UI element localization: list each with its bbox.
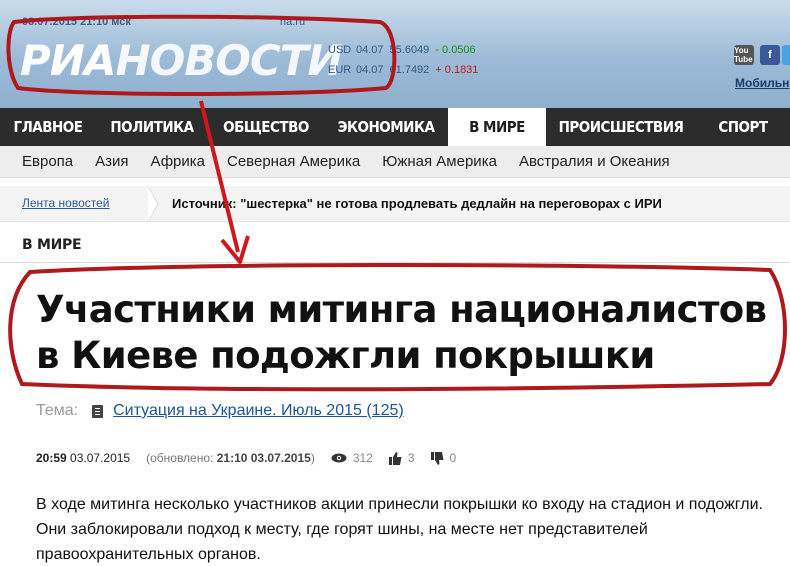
views-count: 312 xyxy=(352,451,373,465)
site-header: 03.07.2015 21:10 мск ria.ru РИАНОВОСТИ U… xyxy=(0,0,790,108)
nav-item-world[interactable]: В МИРЕ xyxy=(448,108,546,146)
likes-stat[interactable]: 3 xyxy=(388,451,415,465)
thumbs-down-icon[interactable] xyxy=(430,451,444,465)
rate-value: 61.7492 xyxy=(389,64,430,76)
subnav-item-south-america[interactable]: Южная Америка xyxy=(382,153,497,170)
subnav-item-asia[interactable]: Азия xyxy=(95,153,128,170)
dislikes-stat[interactable]: 0 xyxy=(430,451,457,465)
dislikes-count: 0 xyxy=(449,451,457,465)
article-lead: В ходе митинга несколько участников акци… xyxy=(36,496,763,563)
rate-date: 04.07 xyxy=(356,64,384,76)
rate-date: 04.07 xyxy=(356,44,384,56)
nav-item-sport[interactable]: СПОРТ xyxy=(696,108,790,146)
chevron-right-icon xyxy=(147,186,159,222)
annotation-arrow-head xyxy=(220,235,250,264)
logo-novosti: НОВОСТИ xyxy=(115,36,342,85)
rate-code: EUR xyxy=(328,64,352,76)
article-title: Участники митинга националистов в Киеве … xyxy=(36,288,767,377)
document-icon xyxy=(92,404,104,418)
updated-prefix: (обновлено: xyxy=(146,451,214,465)
likes-count: 3 xyxy=(407,451,415,465)
nav-item-politics[interactable]: ПОЛИТИКА xyxy=(96,108,208,146)
article-meta: 20:59 03.07.2015 (обновлено: 21:10 03.07… xyxy=(36,451,456,465)
views-stat: 312 xyxy=(331,451,373,465)
nav-item-society[interactable]: ОБЩЕСТВО xyxy=(208,108,324,146)
nav-item-incidents[interactable]: ПРОИСШЕСТВИЯ xyxy=(546,108,696,146)
news-feed-link[interactable]: Лента новостей xyxy=(22,196,110,210)
updated-value: 21:10 03.07.2015 xyxy=(216,451,311,465)
eye-icon xyxy=(331,453,347,463)
header-datetime: 03.07.2015 21:10 мск xyxy=(22,16,131,28)
logo-ria: РИА xyxy=(20,36,116,85)
article-theme: Тема: Ситуация на Украине. Июль 2015 (12… xyxy=(36,402,404,420)
subnav-item-north-america[interactable]: Северная Америка xyxy=(227,153,360,170)
thumbs-up-icon[interactable] xyxy=(388,451,402,465)
publish-date: 03.07.2015 xyxy=(70,451,131,465)
section-title[interactable]: В МИРЕ xyxy=(22,237,82,253)
updated-suffix: ) xyxy=(310,451,315,465)
theme-label: Тема: xyxy=(36,402,79,419)
currency-rates: USD 04.07 55.6049 - 0.0506 EUR 04.07 61.… xyxy=(328,40,484,80)
nav-item-economy[interactable]: ЭКОНОМИКА xyxy=(324,108,448,146)
rate-row-usd: USD 04.07 55.6049 - 0.0506 xyxy=(328,40,484,60)
rate-change: - 0.0506 xyxy=(435,44,476,56)
news-ticker: Лента новостей Источник: "шестерка" не г… xyxy=(0,186,790,222)
nav-item-main[interactable]: ГЛАВНОЕ xyxy=(0,108,96,146)
main-nav: ГЛАВНОЕ ПОЛИТИКА ОБЩЕСТВО ЭКОНОМИКА В МИ… xyxy=(0,108,790,146)
divider xyxy=(0,262,790,263)
twitter-icon[interactable]: t xyxy=(782,45,790,65)
subnav-item-africa[interactable]: Африка xyxy=(151,153,205,170)
subnav-item-europe[interactable]: Европа xyxy=(22,153,73,170)
theme-link[interactable]: Ситуация на Украине. Июль 2015 (125) xyxy=(113,402,404,420)
rate-row-eur: EUR 04.07 61.7492 + 0.1831 xyxy=(328,60,484,80)
rate-code: USD xyxy=(328,44,352,56)
youtube-icon[interactable]: You Tube xyxy=(734,45,754,65)
mobile-version-link[interactable]: Мобильн xyxy=(735,76,789,90)
publish-time: 20:59 xyxy=(36,451,67,465)
rate-change: + 0.1831 xyxy=(435,64,479,76)
updated-info: (обновлено: 21:10 03.07.2015) xyxy=(146,451,315,465)
site-domain-link[interactable]: ria.ru xyxy=(280,16,305,28)
rate-value: 55.6049 xyxy=(389,44,430,56)
ticker-headline[interactable]: Источник: "шестерка" не готова продлеват… xyxy=(172,196,662,211)
region-subnav: Европа Азия Африка Северная Америка Южна… xyxy=(0,146,790,178)
page: 03.07.2015 21:10 мск ria.ru РИАНОВОСТИ U… xyxy=(0,0,790,566)
facebook-icon[interactable]: f xyxy=(760,45,780,65)
subnav-item-australia-oceania[interactable]: Австралия и Океания xyxy=(519,153,670,170)
site-logo[interactable]: РИАНОВОСТИ xyxy=(20,36,343,85)
